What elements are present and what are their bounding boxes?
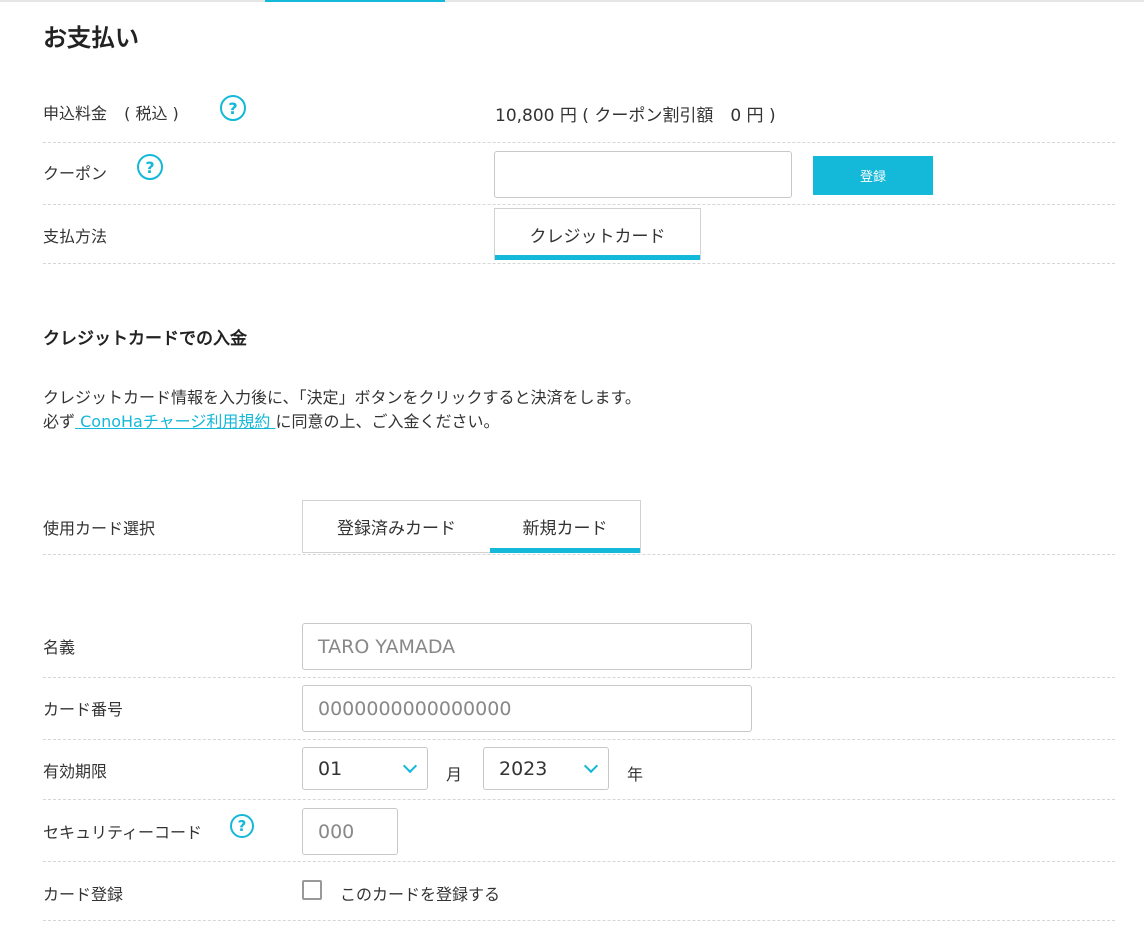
expiry-month-value: 01 [318, 757, 343, 780]
chevron-down-icon [583, 758, 599, 773]
question-circle-icon[interactable]: ? [230, 814, 254, 838]
card-number-input[interactable]: 0000000000000000 [302, 685, 752, 732]
fee-label: 申込料金 ( 税込 ) [43, 100, 179, 124]
description-line-1: クレジットカード情報を入力後に、「決定」ボタンをクリックすると決済をします。 [43, 388, 641, 407]
conoha-charge-terms-link[interactable]: ConoHaチャージ利用規約 [75, 412, 275, 431]
row-divider [43, 920, 1115, 921]
security-code-label: セキュリティーコード [43, 823, 203, 842]
card-register-label: カード登録 [43, 885, 124, 904]
expiry-year-select[interactable]: 2023 [483, 747, 609, 790]
tab-new-card-label: 新規カード [522, 519, 608, 539]
question-circle-icon[interactable]: ? [137, 154, 163, 180]
active-tab-indicator [495, 255, 700, 260]
name-label: 名義 [43, 638, 76, 657]
register-card-checkbox[interactable] [302, 880, 322, 900]
register-card-checkbox-label[interactable]: このカードを登録する [340, 881, 500, 905]
tab-registered-card[interactable]: 登録済みカード [303, 501, 490, 552]
expiry-year-value: 2023 [499, 757, 548, 780]
card-select-tabs: 登録済みカード 新規カード [302, 500, 641, 553]
row-divider [43, 677, 1115, 678]
credit-section-title: クレジットカードでの入金 [43, 329, 247, 349]
fee-label-text: 申込料金 [43, 104, 108, 123]
active-tab-indicator [490, 548, 640, 553]
fee-amount: 10,800 円 ( クーポン割引額 0 円 ) [495, 106, 776, 126]
fee-tax-note: ( 税込 ) [124, 104, 179, 123]
chevron-down-icon [402, 758, 418, 773]
page-title: お支払い [43, 24, 139, 52]
coupon-label: クーポン [43, 164, 108, 183]
question-circle-icon[interactable]: ? [220, 95, 246, 121]
expiry-label: 有効期限 [43, 762, 108, 781]
card-select-label: 使用カード選択 [43, 519, 156, 538]
row-divider [43, 739, 1115, 740]
payment-method-tabs: クレジットカード [494, 208, 701, 260]
tab-new-card[interactable]: 新規カード [490, 501, 640, 553]
row-divider [43, 799, 1115, 800]
expiry-year-unit: 年 [627, 765, 644, 784]
cardholder-name-input[interactable]: TARO YAMADA [302, 623, 752, 670]
coupon-input[interactable] [494, 151, 792, 198]
description-line-2: 必ず ConoHaチャージ利用規約 に同意の上、ご入金ください。 [43, 410, 641, 434]
security-code-input[interactable]: 000 [302, 808, 398, 855]
credit-section-description: クレジットカード情報を入力後に、「決定」ボタンをクリックすると決済をします。 必… [43, 386, 641, 434]
row-divider [43, 554, 1115, 555]
coupon-register-button[interactable]: 登録 [813, 156, 933, 195]
active-top-tab-indicator [265, 0, 445, 2]
expiry-month-unit: 月 [446, 765, 463, 784]
tab-credit-card[interactable]: クレジットカード [495, 209, 700, 260]
row-divider [43, 861, 1115, 862]
card-number-label: カード番号 [43, 700, 124, 719]
row-divider [43, 204, 1115, 205]
description-suffix: に同意の上、ご入金ください。 [275, 412, 500, 431]
expiry-month-select[interactable]: 01 [302, 747, 428, 790]
top-border [0, 0, 1144, 2]
row-divider [43, 263, 1115, 264]
tab-credit-card-label: クレジットカード [529, 226, 666, 247]
payment-method-label: 支払方法 [43, 227, 108, 246]
tab-registered-card-label: 登録済みカード [337, 519, 456, 539]
description-prefix: 必ず [43, 412, 76, 431]
row-divider [43, 142, 1115, 143]
